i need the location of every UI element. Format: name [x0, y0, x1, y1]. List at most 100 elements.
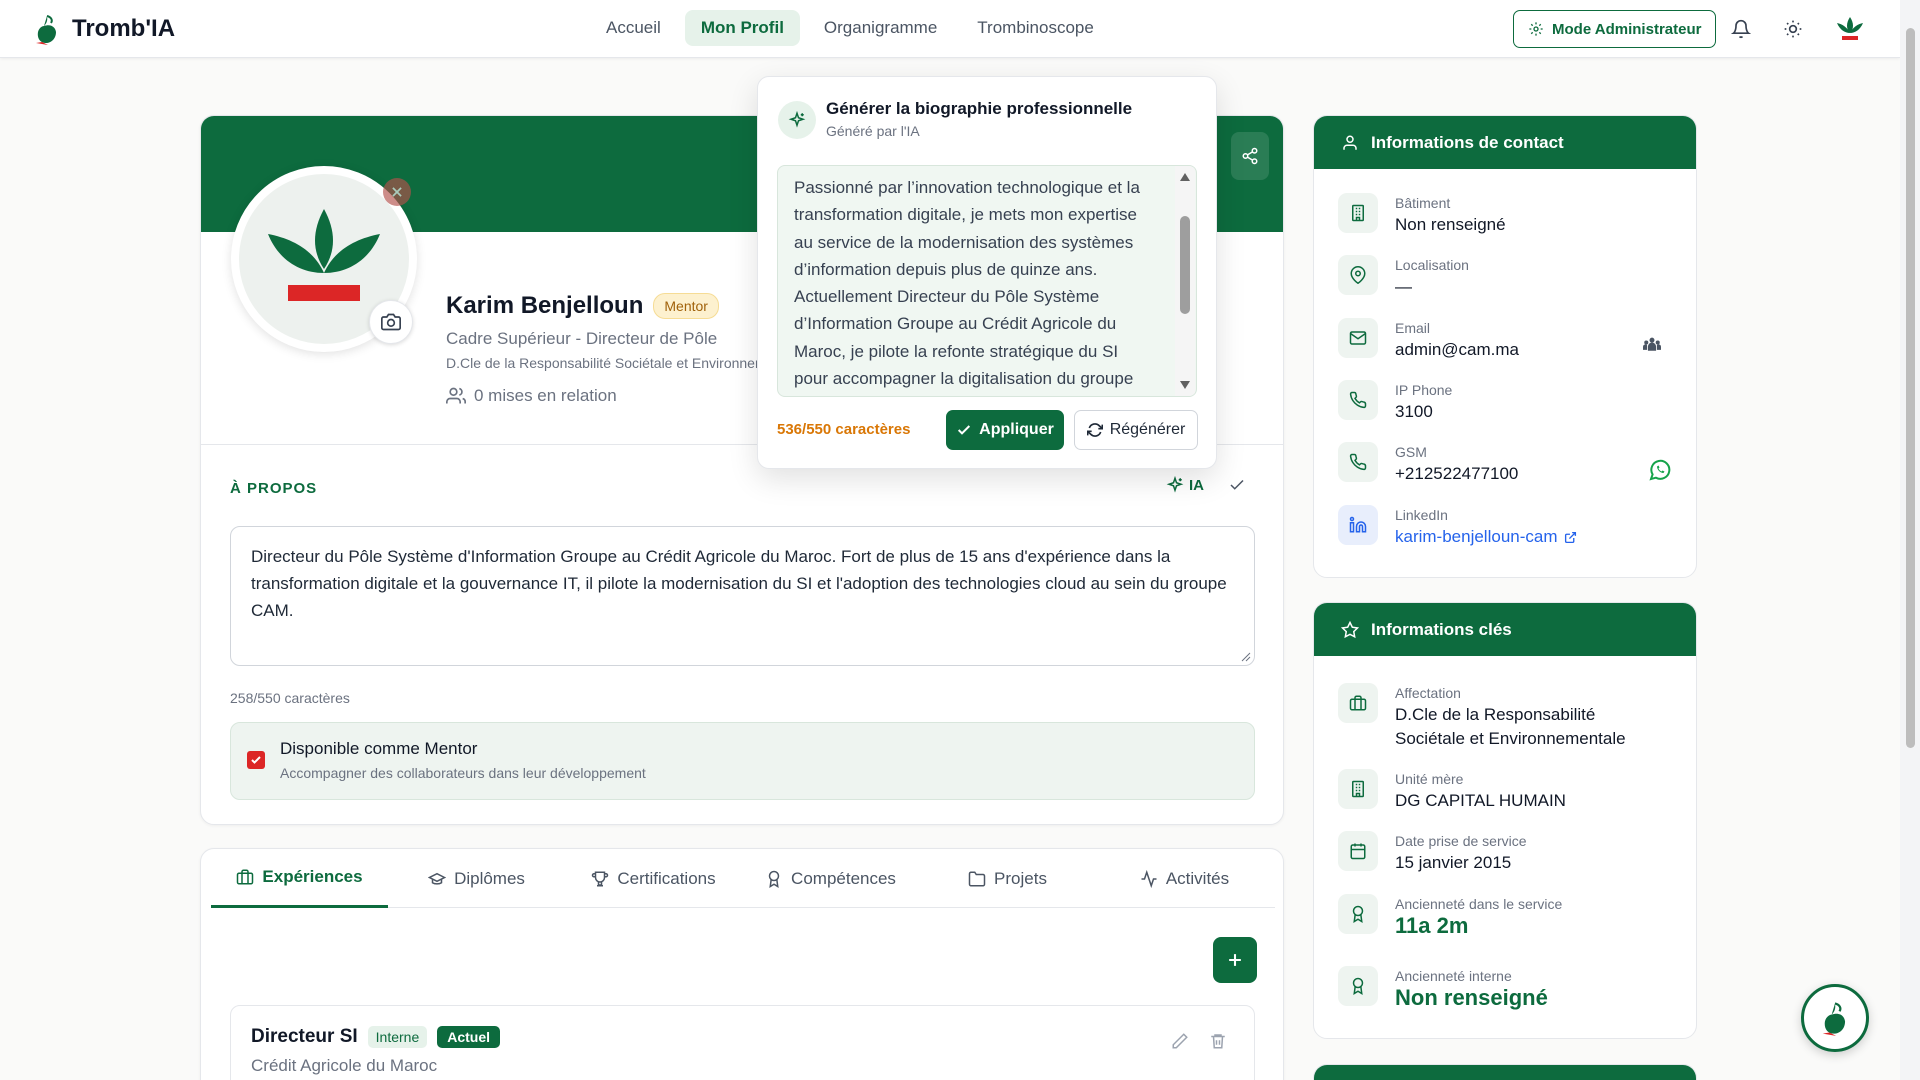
- check-icon: [956, 422, 972, 438]
- localisation-label: Localisation: [1395, 257, 1469, 273]
- about-textarea[interactable]: Directeur du Pôle Système d'Information …: [230, 526, 1255, 666]
- ia-generate-button[interactable]: IA: [1166, 476, 1204, 494]
- nav-accueil[interactable]: Accueil: [590, 10, 677, 46]
- about-title: À PROPOS: [230, 480, 318, 497]
- sun-icon[interactable]: [1778, 14, 1808, 44]
- key-row-anciennete-service: Ancienneté dans le service 11a 2m: [1338, 894, 1562, 938]
- building-icon: [1338, 769, 1378, 809]
- mentor-checkbox[interactable]: [247, 751, 265, 769]
- share-button[interactable]: [1231, 132, 1269, 180]
- user-avatar[interactable]: [1832, 14, 1868, 44]
- logo-icon: [1818, 999, 1852, 1037]
- tab-experiences[interactable]: Expériences: [211, 849, 388, 908]
- affectation-label: Affectation: [1395, 685, 1461, 701]
- apply-button[interactable]: Appliquer: [946, 410, 1064, 450]
- anciennete-service-value: 11a 2m: [1395, 913, 1469, 938]
- calendar-icon: [1338, 831, 1378, 871]
- gsm-value: +212522477100: [1395, 464, 1519, 483]
- admin-mode-label: Mode Administrateur: [1552, 20, 1702, 38]
- relations-label: 0 mises en relation: [474, 386, 617, 405]
- add-experience-button[interactable]: [1213, 937, 1257, 983]
- building-icon: [1338, 193, 1378, 233]
- page-scrollbar[interactable]: [1900, 0, 1920, 1080]
- whatsapp-icon[interactable]: [1648, 458, 1672, 482]
- app-name: Tromb'IA: [72, 15, 176, 42]
- linkedin-link[interactable]: karim-benjelloun-cam: [1395, 525, 1577, 549]
- tab-experiences-label: Expériences: [262, 867, 363, 886]
- profile-tabs: Expériences Diplômes Certifications Comp…: [211, 849, 1275, 908]
- phone-icon: [1338, 380, 1378, 420]
- key-row-unite-mere: Unité mère DG CAPITAL HUMAIN: [1338, 769, 1566, 813]
- resize-handle-icon[interactable]: [1241, 652, 1251, 662]
- email-value[interactable]: admin@cam.ma: [1395, 338, 1519, 362]
- contact-row-linkedin: LinkedIn karim-benjelloun-cam: [1338, 505, 1577, 549]
- tab-diplomes[interactable]: Diplômes: [388, 849, 565, 908]
- next-card-header: [1314, 1065, 1696, 1080]
- contact-card-title: Informations de contact: [1371, 132, 1564, 152]
- award-icon: [1338, 894, 1378, 934]
- page-scrollbar-thumb[interactable]: [1906, 28, 1915, 748]
- brand[interactable]: Tromb'IA: [32, 12, 175, 46]
- activity-icon: [1140, 869, 1158, 888]
- key-info-card: Informations clés Affectation D.Cle de la…: [1313, 602, 1697, 1039]
- mentor-option[interactable]: Disponible comme Mentor Accompagner des …: [230, 722, 1255, 800]
- affectation-value: D.Cle de la Responsabilité Sociétale et …: [1395, 705, 1626, 748]
- key-info-card-header: Informations clés: [1314, 603, 1696, 656]
- ipphone-value: 3100: [1395, 402, 1433, 421]
- teams-icon[interactable]: [1642, 336, 1662, 354]
- linkedin-value: karim-benjelloun-cam: [1395, 527, 1558, 546]
- admin-mode-button[interactable]: Mode Administrateur: [1513, 10, 1717, 48]
- tab-projets-label: Projets: [994, 868, 1047, 888]
- tab-diplomes-label: Diplômes: [454, 868, 525, 888]
- close-icon: [390, 185, 404, 199]
- sparkles-icon: [1166, 476, 1184, 494]
- experience-title: Directeur SI: [251, 1026, 358, 1047]
- contact-row-gsm: GSM +212522477100: [1338, 442, 1518, 486]
- star-icon: [1341, 620, 1359, 639]
- change-photo-button[interactable]: [369, 300, 413, 344]
- contact-card-header: Informations de contact: [1314, 116, 1696, 169]
- bio-scrollbar-thumb[interactable]: [1180, 216, 1190, 314]
- nav-trombinoscope[interactable]: Trombinoscope: [961, 10, 1110, 46]
- ai-biography-popover: Générer la biographie professionnelle Gé…: [757, 76, 1217, 469]
- experience-type-badge: Interne: [367, 1026, 428, 1048]
- generated-bio-text[interactable]: Passionné par l’innovation technologique…: [777, 165, 1197, 397]
- bio-scrollbar[interactable]: [1175, 166, 1195, 396]
- confirm-about-button[interactable]: [1228, 476, 1246, 494]
- generated-bio-content: Passionné par l’innovation technologique…: [794, 178, 1140, 389]
- tab-activites[interactable]: Activités: [1096, 849, 1273, 908]
- ai-assistant-button[interactable]: [1801, 984, 1869, 1052]
- apply-label: Appliquer: [979, 421, 1054, 438]
- tab-certifications[interactable]: Certifications: [565, 849, 742, 908]
- job-title: Cadre Supérieur - Directeur de Pôle: [446, 329, 718, 348]
- unite-mere-value: DG CAPITAL HUMAIN: [1395, 791, 1566, 810]
- graduation-cap-icon: [428, 870, 447, 888]
- about-text: Directeur du Pôle Système d'Information …: [251, 547, 1227, 620]
- contact-row-email: Email admin@cam.ma: [1338, 318, 1519, 362]
- contact-card: Informations de contact Bâtiment Non rens…: [1313, 115, 1697, 578]
- experience-title-row: Directeur SI Interne Actuel: [251, 1026, 501, 1048]
- ipphone-label: IP Phone: [1395, 382, 1453, 398]
- tab-competences[interactable]: Compétences: [742, 849, 919, 908]
- nav-mon-profil[interactable]: Mon Profil: [684, 10, 800, 46]
- bell-icon[interactable]: [1726, 14, 1756, 44]
- regenerate-label: Régénérer: [1109, 421, 1186, 438]
- tab-activites-label: Activités: [1165, 868, 1230, 888]
- experience-item: Directeur SI Interne Actuel Crédit Agric…: [230, 1005, 1255, 1080]
- email-label: Email: [1395, 320, 1431, 336]
- check-icon: [1228, 476, 1246, 494]
- share-icon: [1241, 147, 1259, 165]
- nav-organigramme[interactable]: Organigramme: [808, 10, 953, 46]
- remove-photo-button[interactable]: [383, 178, 411, 206]
- tab-projets[interactable]: Projets: [919, 849, 1096, 908]
- trash-icon[interactable]: [1209, 1032, 1227, 1050]
- briefcase-icon: [236, 868, 254, 886]
- regenerate-button[interactable]: Régénérer: [1074, 410, 1198, 450]
- key-row-date-service: Date prise de service 15 janvier 2015: [1338, 831, 1527, 875]
- next-card: [1313, 1064, 1697, 1080]
- unite-mere-label: Unité mère: [1395, 771, 1464, 787]
- sparkles-icon: [778, 101, 816, 139]
- mail-icon: [1338, 318, 1378, 358]
- relations-count[interactable]: 0 mises en relation: [446, 386, 617, 406]
- edit-icon[interactable]: [1171, 1032, 1189, 1050]
